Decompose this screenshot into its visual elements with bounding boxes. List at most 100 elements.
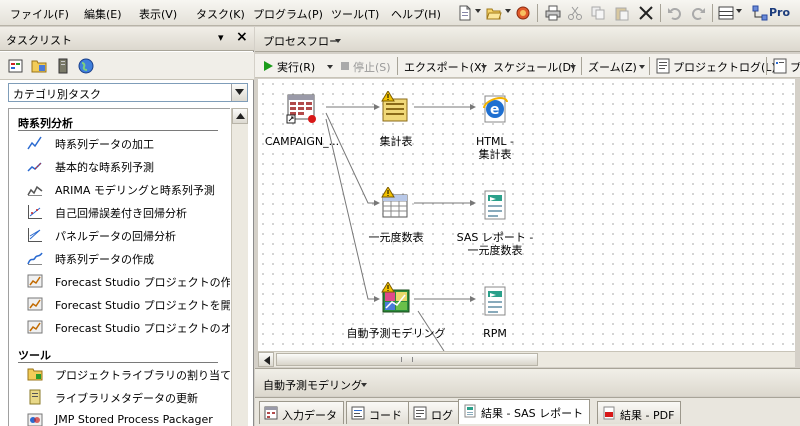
tab-input-data[interactable]: 入力データ [259,401,344,424]
node-auto-forecast[interactable]: 自動予測モデリング [342,327,450,340]
result-pane-title[interactable]: 自動予測モデリング [263,377,362,393]
project-button-label[interactable]: Pro [769,6,790,19]
open-icon[interactable] [486,5,502,21]
tab-label: 結果 - SAS レポート [481,407,584,420]
stop-icon[interactable] [341,62,349,70]
summary-table-icon[interactable] [380,91,410,123]
menu-file[interactable]: ファイル(F) [10,6,69,22]
zoom-button[interactable]: ズーム(Z) [588,59,637,75]
task-list-scrollbar[interactable] [231,108,248,426]
node-rpm[interactable]: RPM [470,327,520,340]
task-item-label: 時系列データの加工 [55,138,154,151]
menu-tools[interactable]: ツール(T) [331,6,379,22]
open-dropdown-caret[interactable] [505,9,511,13]
project-log-button[interactable]: プロジェクトログ(L) [673,59,776,75]
project-log-icon[interactable] [655,58,671,74]
folder-icon[interactable] [31,58,47,74]
node-label: 一元度数表 [368,231,424,244]
delete-icon[interactable] [638,5,654,21]
forecast-studio-icon [27,320,43,334]
canvas-horizontal-scrollbar[interactable] [258,351,795,367]
schedule-button[interactable]: スケジュール(D) [493,59,575,75]
scroll-up-button[interactable] [232,108,248,124]
new-icon[interactable] [457,5,473,21]
properties-button-label[interactable]: プ [790,59,800,75]
menu-program[interactable]: プログラム(P) [253,6,323,22]
paste-icon[interactable] [614,5,630,21]
menu-edit[interactable]: 編集(E) [84,6,122,22]
layout-icon[interactable] [718,5,734,21]
category-divider [18,362,218,363]
node-sas-report[interactable]: SAS レポート - 一元度数表 [448,231,542,257]
process-flow-canvas[interactable]: CAMPAIGN_... 集計表 e HTML - 集計表 一元度数表 SAS … [258,79,795,351]
new-dropdown-caret[interactable] [475,9,481,13]
tab-pdf[interactable]: 結果 - PDF [597,401,682,424]
flow-connectors [325,104,476,351]
tab-log[interactable]: ログ [408,401,460,424]
stop-button[interactable]: 停止(S) [353,59,391,75]
process-flow-pane: プロセスフロー 実行(R) 停止(S) エクスポート(X) スケジュール(D) … [255,27,800,426]
menu-view[interactable]: 表示(V) [139,6,177,22]
category-heading-tools: ツール [18,349,51,362]
task-item-label: Forecast Studio プロジェクトを開く [55,299,230,312]
data-table-icon[interactable] [286,92,318,124]
node-campaign[interactable]: CAMPAIGN_... [262,135,342,148]
forecast-studio-icon [27,274,43,288]
task-item-label: プロジェクトライブラリの割り当て [55,369,230,382]
pin-icon[interactable]: ▾ [218,31,224,44]
print-icon[interactable] [545,5,561,21]
time-series-icon [27,136,42,150]
menu-help[interactable]: ヘルプ(H) [391,6,441,22]
node-label: CAMPAIGN_... [264,135,340,148]
run-dropdown-caret[interactable] [327,65,333,69]
close-icon[interactable]: × [236,29,248,45]
task-item-label: パネルデータの回帰分析 [55,230,176,243]
import-icon[interactable] [515,5,531,21]
task-item-label: 時系列データの作成 [55,253,154,266]
sas-report-icon[interactable] [480,189,510,221]
schedule-dropdown-caret[interactable] [570,65,576,69]
zoom-dropdown-caret[interactable] [639,65,645,69]
process-flow-title-bar: プロセスフロー [255,27,800,52]
task-category-select[interactable]: カテゴリ別タスク [8,83,248,102]
tab-label: 結果 - PDF [620,409,675,422]
server-icon[interactable] [55,58,71,74]
run-icon[interactable] [264,61,273,71]
chevron-down-icon[interactable] [231,84,247,101]
scroll-left-button[interactable] [258,352,274,367]
tab-sas-report[interactable]: 結果 - SAS レポート [458,399,591,424]
process-flow-toolbar: 実行(R) 停止(S) エクスポート(X) スケジュール(D) ズーム(Z) プ… [255,54,800,78]
run-button[interactable]: 実行(R) [277,59,315,75]
process-flow-title[interactable]: プロセスフロー [263,33,340,49]
forecast-model-icon[interactable] [380,282,412,314]
redo-icon[interactable] [690,5,706,21]
copy-icon[interactable] [590,5,606,21]
globe-icon[interactable] [78,58,94,74]
cut-icon[interactable] [567,5,583,21]
rpm-report-icon[interactable] [480,285,510,317]
report-icon [464,404,476,418]
project-icon[interactable] [752,5,768,21]
chevron-down-icon[interactable] [335,39,341,43]
node-summary-table[interactable]: 集計表 [366,135,426,148]
layout-dropdown-caret[interactable] [736,9,742,13]
properties-icon[interactable] [772,58,788,74]
scroll-thumb[interactable] [276,353,538,366]
task-view-icon[interactable] [8,58,24,74]
code-icon [351,406,365,420]
export-button[interactable]: エクスポート(X) [404,59,486,75]
menu-tasks[interactable]: タスク(K) [196,6,245,22]
ie-html-icon[interactable]: e [480,92,510,124]
chevron-down-icon[interactable] [361,383,367,387]
log-icon [413,406,427,420]
node-html-summary[interactable]: HTML - 集計表 [461,135,529,161]
undo-icon[interactable] [667,5,683,21]
jmp-icon [27,413,43,426]
result-tab-strip: 入力データ コード ログ 結果 - SAS レポート 結果 - PDF [255,397,800,426]
task-item-label: 基本的な時系列予測 [55,161,154,174]
node-oneway-frequency[interactable]: 一元度数表 [358,231,434,244]
export-dropdown-caret[interactable] [481,65,487,69]
tab-code[interactable]: コード [346,401,409,424]
frequency-table-icon[interactable] [380,187,410,219]
category-divider [18,130,218,131]
